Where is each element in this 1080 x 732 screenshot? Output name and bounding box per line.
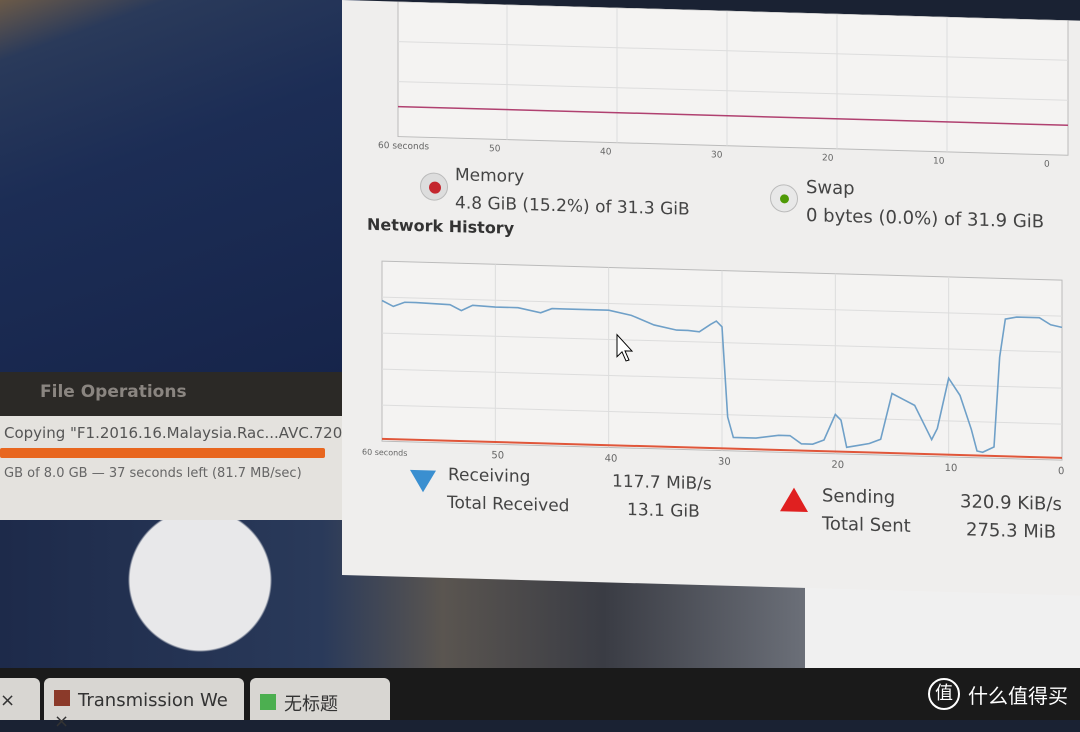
dialog-titlebar: File Operations — [0, 372, 342, 416]
x-tick-label: 60 seconds — [362, 448, 407, 458]
cpu-x-tick: 0 — [1044, 159, 1050, 170]
file-operations-dialog: File Operations Copying "F1.2016.16.Mala… — [0, 372, 342, 522]
cpu-x-tick: 50 — [489, 144, 501, 155]
cpu-x-tick: 30 — [711, 150, 723, 161]
receiving-arrow-icon — [410, 469, 436, 493]
total-received-label: Total Received — [447, 492, 570, 517]
dialog-title: File Operations — [40, 382, 187, 402]
sending-label: Sending — [822, 485, 896, 509]
x-tick-label: 10 — [945, 463, 958, 474]
total-received: 13.1 GiB — [627, 499, 700, 522]
receiving-label: Receiving — [448, 464, 531, 488]
tab-close-button[interactable]: × — [0, 678, 40, 720]
sending-rate: 320.9 KiB/s — [960, 491, 1062, 516]
cpu-history-graph — [397, 1, 1069, 156]
receiving-rate: 117.7 MiB/s — [612, 471, 712, 495]
page-icon — [260, 694, 276, 710]
x-tick-label: 20 — [831, 460, 844, 471]
cpu-x-tick: 20 — [822, 153, 834, 164]
watermark-logo-icon: 值 — [928, 678, 960, 710]
copy-filename: Copying "F1.2016.16.Malaysia.Rac...AVC.7… — [4, 424, 342, 442]
sending-arrow-icon — [780, 487, 808, 513]
swap-icon — [770, 183, 798, 213]
network-history-graph: 60 seconds 50 40 30 20 10 0 — [362, 260, 1064, 477]
watermark-text: 什么值得买 — [968, 683, 1068, 708]
system-monitor-window: 60 seconds 50 40 30 20 10 0 Memory 4.8 GiB (15… — [342, 0, 1080, 596]
tab-transmission[interactable]: Transmission We × — [44, 678, 244, 732]
x-tick-label: 50 — [491, 450, 504, 461]
tab-untitled[interactable]: 无标题 — [250, 678, 390, 720]
memory-icon — [420, 172, 448, 201]
memory-value: 4.8 GiB (15.2%) of 31.3 GiB — [455, 193, 690, 220]
swap-value: 0 bytes (0.0%) of 31.9 GiB — [806, 204, 1045, 233]
copy-status: GB of 8.0 GB — 37 seconds left (81.7 MB/… — [4, 466, 302, 481]
total-sent: 275.3 MiB — [966, 519, 1057, 543]
transmission-icon — [54, 690, 70, 706]
x-tick-label: 0 — [1058, 466, 1064, 477]
cpu-x-tick: 60 seconds — [378, 141, 430, 153]
network-history-title: Network History — [367, 214, 515, 238]
tab-label: 无标题 — [284, 694, 338, 715]
memory-label: Memory — [455, 165, 525, 188]
desktop-background — [0, 0, 360, 380]
swap-label: Swap — [806, 176, 855, 200]
cpu-x-tick: 10 — [933, 156, 945, 167]
total-sent-label: Total Sent — [822, 513, 911, 537]
copy-progress-bar — [0, 448, 325, 458]
x-tick-label: 30 — [718, 457, 731, 468]
cpu-x-tick: 40 — [600, 147, 612, 158]
browser-tab-bar: × Transmission We × 无标题 — [0, 668, 1080, 732]
watermark: 值什么值得买 — [928, 678, 1068, 710]
x-tick-label: 40 — [605, 453, 618, 464]
tab-label: Transmission We — [78, 690, 228, 711]
